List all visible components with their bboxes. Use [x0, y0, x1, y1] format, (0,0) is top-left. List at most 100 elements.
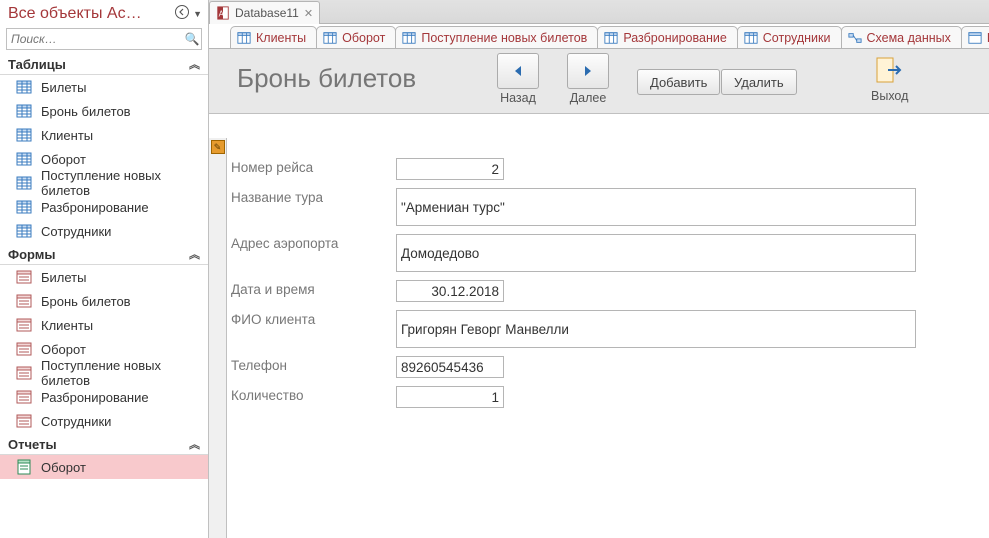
table-icon	[968, 31, 982, 45]
back-button[interactable]: Назад	[497, 53, 539, 105]
object-tab-label: Клиенты	[256, 31, 306, 45]
pencil-edit-icon: ✎	[211, 140, 225, 154]
close-icon[interactable]: ✕	[304, 7, 313, 20]
nav-title[interactable]: Все объекты Ac…	[8, 5, 142, 23]
object-tab-label: Схема данных	[867, 31, 951, 45]
phone-input[interactable]	[396, 356, 504, 378]
table-icon	[16, 79, 32, 95]
form-body: ✎ Номер рейса Название тура Адрес аэропо…	[209, 138, 989, 538]
document-tab[interactable]: A Database11 ✕	[209, 1, 320, 24]
nav-item-label: Клиенты	[41, 318, 93, 333]
arrow-left-icon	[511, 64, 525, 78]
form-icon	[16, 317, 32, 333]
circle-chevron-left-icon	[174, 4, 190, 23]
object-tab[interactable]: Б	[961, 26, 989, 48]
object-tab[interactable]: Схема данных	[841, 26, 962, 48]
nav-item-table[interactable]: Бронь билетов	[0, 99, 208, 123]
nav-item-label: Поступление новых билетов	[41, 358, 200, 388]
exit-button[interactable]: Выход	[871, 53, 908, 103]
document-tab-label: Database11	[235, 6, 299, 20]
table-icon	[16, 127, 32, 143]
table-icon	[323, 31, 337, 45]
form-title: Бронь билетов	[237, 63, 416, 94]
table-icon	[16, 223, 32, 239]
field-label-tour-name: Название тура	[231, 188, 396, 205]
button-label: Назад	[500, 91, 536, 105]
exit-icon	[874, 55, 906, 85]
datetime-input[interactable]	[396, 280, 504, 302]
table-icon	[16, 199, 32, 215]
field-label-flight-no: Номер рейса	[231, 158, 396, 175]
nav-item-label: Бронь билетов	[41, 294, 131, 309]
table-icon	[16, 151, 32, 167]
nav-item-table[interactable]: Билеты	[0, 75, 208, 99]
nav-collapse-toggle[interactable]: ▼	[174, 4, 202, 23]
form-icon	[16, 365, 32, 381]
search-input[interactable]	[7, 30, 183, 48]
client-name-input[interactable]	[396, 310, 916, 348]
arrow-right-icon	[581, 64, 595, 78]
nav-item-form[interactable]: Клиенты	[0, 313, 208, 337]
table-icon	[16, 175, 32, 191]
object-tab-label: Оборот	[342, 31, 385, 45]
table-icon	[402, 31, 416, 45]
navigation-pane: Все объекты Ac… ▼ 🔍 Таблицы ︽ Билеты Бро…	[0, 0, 209, 538]
nav-item-label: Билеты	[41, 270, 86, 285]
chevron-up-icon: ︽	[189, 56, 200, 72]
report-icon	[16, 459, 32, 475]
table-icon	[237, 31, 251, 45]
nav-item-label: Сотрудники	[41, 414, 111, 429]
nav-item-label: Билеты	[41, 80, 86, 95]
table-icon	[744, 31, 758, 45]
nav-item-form[interactable]: Разбронирование	[0, 385, 208, 409]
nav-group-label: Таблицы	[8, 57, 66, 72]
nav-group-reports[interactable]: Отчеты ︽	[0, 433, 208, 455]
object-tab[interactable]: Клиенты	[230, 26, 317, 48]
nav-item-label: Разбронирование	[41, 390, 149, 405]
nav-item-label: Оборот	[41, 152, 86, 167]
field-label-client: ФИО клиента	[231, 310, 396, 327]
table-icon	[16, 103, 32, 119]
form-icon	[16, 341, 32, 357]
record-selector[interactable]: ✎	[209, 138, 227, 538]
chevron-up-icon: ︽	[189, 246, 200, 262]
nav-item-table[interactable]: Сотрудники	[0, 219, 208, 243]
button-label: Далее	[570, 91, 607, 105]
nav-item-form[interactable]: Сотрудники	[0, 409, 208, 433]
nav-item-report[interactable]: Оборот	[0, 455, 208, 479]
object-tab[interactable]: Разбронирование	[597, 26, 737, 48]
object-tab[interactable]: Сотрудники	[737, 26, 842, 48]
add-button[interactable]: Добавить	[637, 69, 720, 95]
object-tab-label: Поступление новых билетов	[421, 31, 587, 45]
nav-group-forms[interactable]: Формы ︽	[0, 243, 208, 265]
object-tab[interactable]: Поступление новых билетов	[395, 26, 598, 48]
nav-item-form[interactable]: Поступление новых билетов	[0, 361, 208, 385]
field-label-datetime: Дата и время	[231, 280, 396, 297]
nav-item-table[interactable]: Поступление новых билетов	[0, 171, 208, 195]
nav-group-tables[interactable]: Таблицы ︽	[0, 53, 208, 75]
nav-item-table[interactable]: Клиенты	[0, 123, 208, 147]
table-icon	[604, 31, 618, 45]
quantity-input[interactable]	[396, 386, 504, 408]
nav-item-label: Клиенты	[41, 128, 93, 143]
airport-input[interactable]	[396, 234, 916, 272]
nav-item-form[interactable]: Билеты	[0, 265, 208, 289]
relationship-icon	[848, 31, 862, 45]
object-tab-label: Разбронирование	[623, 31, 726, 45]
field-label-airport: Адрес аэропорта	[231, 234, 396, 251]
nav-search[interactable]: 🔍	[6, 28, 202, 50]
nav-item-table[interactable]: Разбронирование	[0, 195, 208, 219]
nav-item-label: Оборот	[41, 460, 86, 475]
nav-item-label: Бронь билетов	[41, 104, 131, 119]
delete-button[interactable]: Удалить	[721, 69, 797, 95]
nav-item-label: Поступление новых билетов	[41, 168, 200, 198]
form-icon	[16, 269, 32, 285]
next-button[interactable]: Далее	[567, 53, 609, 105]
nav-item-form[interactable]: Бронь билетов	[0, 289, 208, 313]
object-tab-strip: Клиенты Оборот Поступление новых билетов…	[209, 24, 989, 49]
chevron-up-icon: ︽	[189, 436, 200, 452]
object-tab-label: Сотрудники	[763, 31, 831, 45]
flight-no-input[interactable]	[396, 158, 504, 180]
object-tab[interactable]: Оборот	[316, 26, 396, 48]
tour-name-input[interactable]	[396, 188, 916, 226]
